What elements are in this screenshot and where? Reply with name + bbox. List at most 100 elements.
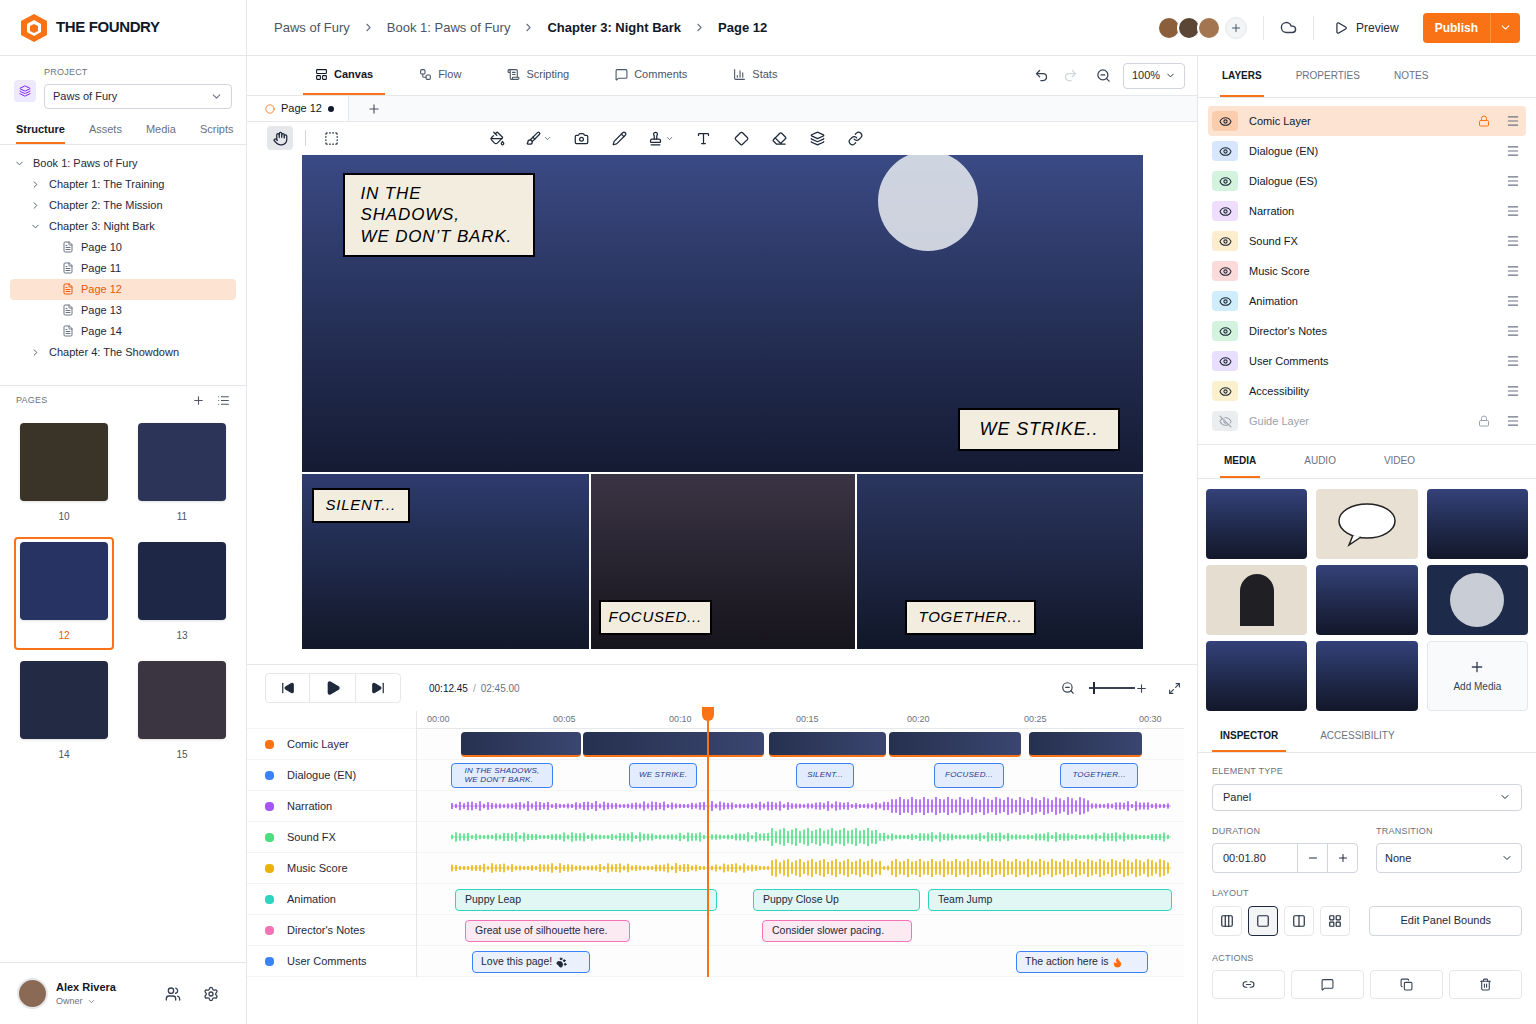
action-button[interactable]: [1212, 970, 1285, 999]
layer-row[interactable]: Dialogue (EN): [1208, 136, 1526, 166]
visibility-toggle[interactable]: [1212, 411, 1238, 431]
visibility-toggle[interactable]: [1212, 111, 1238, 131]
zoom-out-icon[interactable]: [1096, 68, 1111, 83]
layer-row[interactable]: Accessibility: [1208, 376, 1526, 406]
media-item[interactable]: [1206, 489, 1307, 559]
redo-icon[interactable]: [1063, 68, 1078, 83]
visibility-toggle[interactable]: [1212, 321, 1238, 341]
comic-panel[interactable]: SILENT...: [302, 474, 589, 649]
track-label[interactable]: Sound FX: [247, 822, 416, 853]
layout-option[interactable]: [1284, 906, 1314, 936]
tree-item[interactable]: Chapter 3: Night Bark: [10, 216, 236, 237]
breadcrumb[interactable]: Chapter 3: Night Bark: [547, 18, 681, 38]
layer-row[interactable]: Guide Layer: [1208, 406, 1526, 436]
tree-item[interactable]: Page 14: [10, 321, 236, 342]
tab[interactable]: AUDIO: [1300, 445, 1340, 478]
action-button[interactable]: [1449, 970, 1522, 999]
plus-icon[interactable]: [1337, 852, 1349, 864]
action-button[interactable]: [1370, 970, 1443, 999]
tab[interactable]: Media: [146, 117, 176, 144]
tool-button[interactable]: [267, 126, 293, 150]
list-view-icon[interactable]: [217, 394, 230, 407]
tree-item[interactable]: Chapter 1: The Training: [10, 174, 236, 195]
view-tab[interactable]: Scripting: [495, 56, 581, 95]
view-tab[interactable]: Stats: [721, 56, 789, 95]
chevron-right-icon[interactable]: [30, 200, 41, 211]
speech-caption[interactable]: TOGETHER...: [905, 600, 1037, 635]
playhead[interactable]: [707, 711, 709, 977]
media-item[interactable]: [1316, 489, 1417, 559]
media-item[interactable]: [1427, 489, 1528, 559]
drag-handle-icon[interactable]: [1506, 294, 1520, 308]
tool-button[interactable]: [842, 126, 868, 150]
tool-button[interactable]: [644, 126, 678, 150]
tab[interactable]: Structure: [16, 117, 65, 144]
tree-item[interactable]: Page 13: [10, 300, 236, 321]
track-label[interactable]: Animation: [247, 884, 416, 915]
media-item[interactable]: [1316, 565, 1417, 635]
team-icon[interactable]: [165, 986, 181, 1002]
layout-option[interactable]: [1212, 906, 1242, 936]
tree-item[interactable]: Page 10: [10, 237, 236, 258]
drag-handle-icon[interactable]: [1506, 234, 1520, 248]
comment-clip[interactable]: The action here is: [1016, 951, 1148, 973]
tool-button[interactable]: [522, 126, 556, 150]
collaborator-avatar[interactable]: [1197, 16, 1221, 40]
tree-item[interactable]: Page 12: [10, 279, 236, 300]
add-page-icon[interactable]: [192, 394, 205, 407]
drag-handle-icon[interactable]: [1506, 324, 1520, 338]
tool-button[interactable]: [318, 126, 344, 150]
duration-input[interactable]: 00:01.80: [1212, 843, 1358, 873]
playhead-handle[interactable]: [702, 707, 714, 721]
layout-option[interactable]: [1320, 906, 1350, 936]
zoom-out-icon[interactable]: [1061, 681, 1075, 695]
page-thumbnail[interactable]: 15: [132, 656, 232, 769]
chevron-down-icon[interactable]: [14, 158, 25, 169]
dialogue-clip[interactable]: SILENT...: [796, 763, 854, 788]
dialogue-clip[interactable]: FOCUSED...: [934, 763, 1004, 788]
page-thumbnail[interactable]: 11: [132, 418, 232, 531]
drag-handle-icon[interactable]: [1506, 174, 1520, 188]
view-tab[interactable]: Canvas: [303, 56, 385, 95]
page-thumbnail[interactable]: 14: [14, 656, 114, 769]
layer-row[interactable]: Animation: [1208, 286, 1526, 316]
media-item[interactable]: [1316, 641, 1417, 711]
track-label[interactable]: Music Score: [247, 853, 416, 884]
breadcrumb[interactable]: Book 1: Paws of Fury: [387, 18, 511, 38]
project-select[interactable]: Paws of Fury: [44, 84, 232, 109]
tab[interactable]: INSPECTOR: [1212, 721, 1286, 752]
tree-item[interactable]: Page 11: [10, 258, 236, 279]
layer-row[interactable]: Director's Notes: [1208, 316, 1526, 346]
action-button[interactable]: [1291, 970, 1364, 999]
media-item[interactable]: [1206, 565, 1307, 635]
element-type-select[interactable]: Panel: [1212, 784, 1522, 811]
tool-button[interactable]: [728, 126, 754, 150]
breadcrumb[interactable]: Page 12: [718, 18, 767, 38]
play-button[interactable]: [310, 674, 356, 702]
track-label[interactable]: Comic Layer: [247, 729, 416, 760]
drag-handle-icon[interactable]: [1506, 114, 1520, 128]
preview-button[interactable]: Preview: [1330, 19, 1403, 37]
tool-button[interactable]: [484, 126, 510, 150]
add-collaborator-button[interactable]: [1225, 17, 1247, 39]
visibility-toggle[interactable]: [1212, 171, 1238, 191]
tree-item[interactable]: Chapter 4: The Showdown: [10, 342, 236, 363]
transition-select[interactable]: None: [1376, 843, 1522, 873]
drag-handle-icon[interactable]: [1506, 384, 1520, 398]
animation-clip[interactable]: Puppy Close Up: [753, 889, 920, 911]
layer-row[interactable]: Dialogue (ES): [1208, 166, 1526, 196]
document-tab[interactable]: Page 12: [247, 96, 349, 121]
view-tab[interactable]: Flow: [407, 56, 473, 95]
drag-handle-icon[interactable]: [1506, 204, 1520, 218]
gear-icon[interactable]: [203, 986, 219, 1002]
layout-option[interactable]: [1248, 906, 1278, 936]
layer-row[interactable]: Narration: [1208, 196, 1526, 226]
media-item[interactable]: [1206, 641, 1307, 711]
tree-item[interactable]: Chapter 2: The Mission: [10, 195, 236, 216]
zoom-select[interactable]: 100%: [1123, 63, 1185, 89]
drag-handle-icon[interactable]: [1506, 264, 1520, 278]
visibility-toggle[interactable]: [1212, 231, 1238, 251]
publish-button[interactable]: Publish: [1423, 13, 1520, 43]
tool-button[interactable]: [568, 126, 594, 150]
comic-panel[interactable]: TOGETHER...: [857, 474, 1143, 649]
